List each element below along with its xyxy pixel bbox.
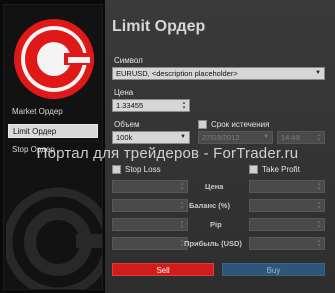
symbol-label: Символ <box>114 56 143 65</box>
stop-loss-profit-input[interactable]: ▲ ▼ <box>112 237 188 250</box>
take-profit-checkbox[interactable] <box>249 165 258 174</box>
sell-button[interactable]: Sell <box>112 263 214 276</box>
sl-tp-row-label: Цена <box>205 182 224 191</box>
take-profit-label: Take Profit <box>262 165 300 174</box>
sidebar: Market Ордер Limit Ордер Stop Ордер <box>3 4 103 290</box>
order-form: Limit Ордер Символ EURUSD, <description … <box>105 0 335 293</box>
expiry-date-input[interactable]: 27/03/2012 ▼ <box>198 131 273 144</box>
volume-select[interactable]: 100k ▼ <box>112 131 190 144</box>
chevron-down-icon: ▼ <box>315 70 321 76</box>
symbol-select[interactable]: EURUSD, <description placeholder> ▼ <box>112 67 325 80</box>
sidebar-item-stop-order[interactable]: Stop Ордер <box>8 143 98 157</box>
chevron-down-icon: ▼ <box>180 134 186 140</box>
expiry-checkbox[interactable] <box>198 120 207 129</box>
stepper-icon[interactable]: ▲ ▼ <box>316 219 322 230</box>
expiry-time-input[interactable]: 14:49 ▲ ▼ <box>277 131 325 144</box>
stop-loss-checkbox[interactable] <box>112 165 121 174</box>
stop-loss-balance-input[interactable]: ▲ ▼ <box>112 199 188 212</box>
stepper-icon[interactable]: ▲ ▼ <box>179 219 185 230</box>
symbol-value: EURUSD, <description placeholder> <box>116 69 238 78</box>
expiry-date-value: 27/03/2012 <box>202 133 240 142</box>
expiry-time-value: 14:49 <box>281 133 300 142</box>
order-dialog: Market Ордер Limit Ордер Stop Ордер Limi… <box>0 0 335 293</box>
volume-value: 100k <box>116 133 133 142</box>
stepper-icon[interactable]: ▲ ▼ <box>316 181 322 192</box>
take-profit-pip-input[interactable]: ▲ ▼ <box>249 218 325 231</box>
stepper-icon[interactable]: ▲ ▼ <box>316 238 322 249</box>
take-profit-profit-input[interactable]: ▲ ▼ <box>249 237 325 250</box>
price-value: 1.33455 <box>116 101 144 110</box>
stepper-icon[interactable]: ▲ ▼ <box>316 200 322 211</box>
sidebar-item-limit-order[interactable]: Limit Ордер <box>8 124 98 138</box>
brand-logo-icon <box>14 19 94 99</box>
price-input[interactable]: 1.33455 ▲ ▼ <box>112 99 190 112</box>
sl-tp-row-label: Pip <box>210 220 222 229</box>
stop-loss-pip-input[interactable]: ▲ ▼ <box>112 218 188 231</box>
stop-loss-price-input[interactable]: ▲ ▼ <box>112 180 188 193</box>
take-profit-balance-input[interactable]: ▲ ▼ <box>249 199 325 212</box>
sidebar-item-market-order[interactable]: Market Ордер <box>8 105 98 119</box>
price-label: Цена <box>114 88 134 97</box>
stepper-icon[interactable]: ▲ ▼ <box>179 200 185 211</box>
stop-loss-label: Stop Loss <box>125 165 161 174</box>
sl-tp-row-label: Прибыль (USD) <box>184 239 242 248</box>
take-profit-price-input[interactable]: ▲ ▼ <box>249 180 325 193</box>
brand-logo-watermark-icon <box>6 187 102 289</box>
price-stepper-icon[interactable]: ▲ ▼ <box>181 100 187 111</box>
sl-tp-row-label: Баланс (%) <box>189 201 230 210</box>
time-stepper-icon[interactable]: ▲ ▼ <box>316 132 322 143</box>
buy-button[interactable]: Buy <box>222 263 325 276</box>
page-title: Limit Ордер <box>112 18 206 35</box>
chevron-down-icon: ▼ <box>263 134 269 140</box>
stepper-icon[interactable]: ▲ ▼ <box>179 181 185 192</box>
volume-label: Объем <box>114 120 140 129</box>
expiry-label: Срок истечения <box>211 120 270 129</box>
